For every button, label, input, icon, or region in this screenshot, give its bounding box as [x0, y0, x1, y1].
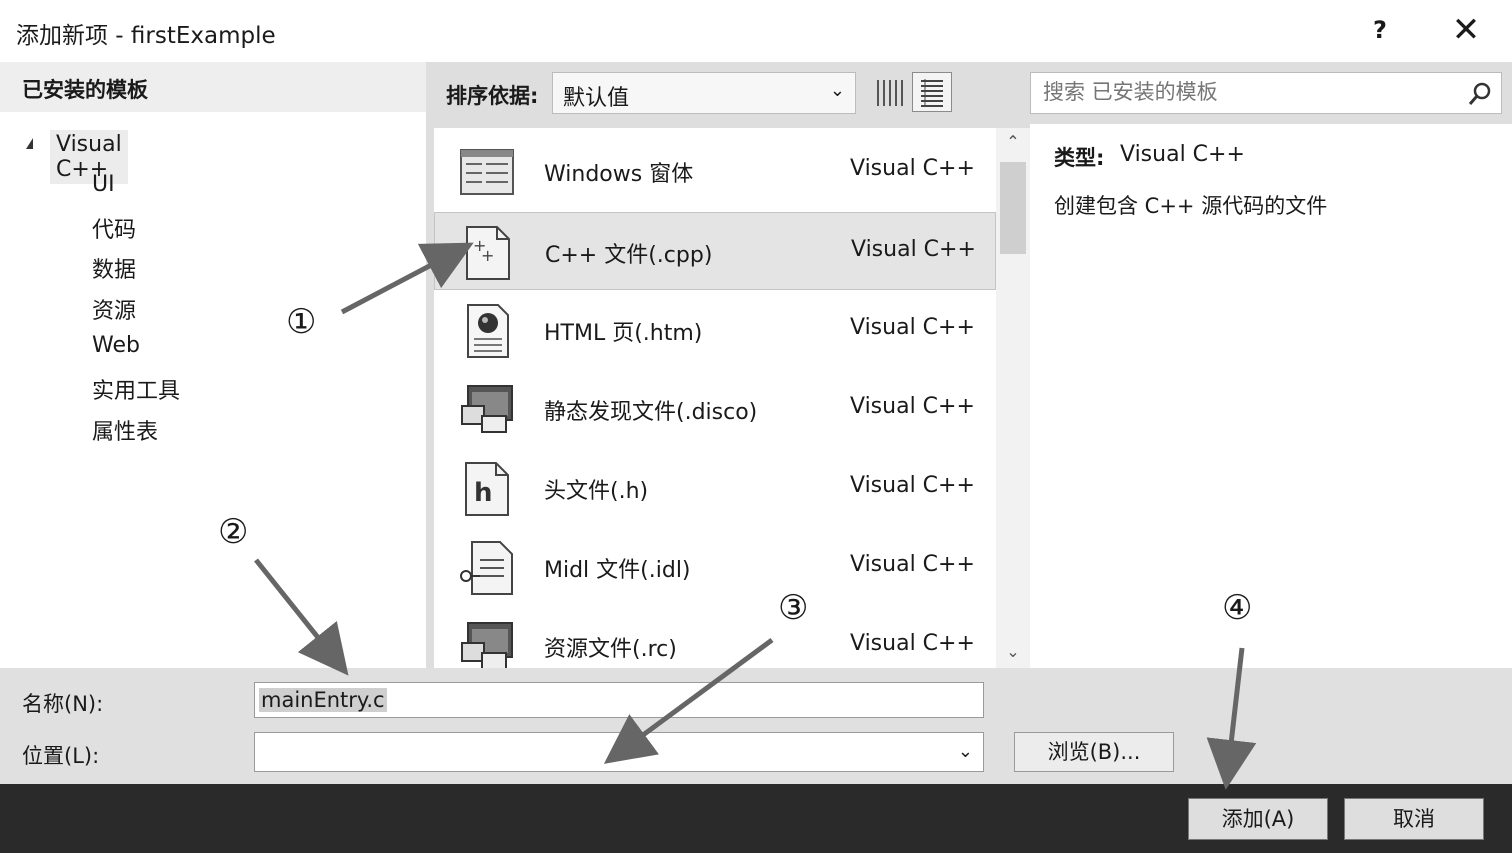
tree-item-label: 属性表	[92, 420, 159, 445]
cancel-button[interactable]: 取消	[1344, 798, 1484, 840]
template-list[interactable]: Windows 窗体 Visual C++ + + C++ 文件(.cpp) V…	[434, 128, 996, 668]
template-item-idl-file[interactable]: Midl 文件(.idl) Visual C++	[434, 528, 996, 606]
expand-triangle-icon[interactable]	[26, 138, 33, 149]
annotation-marker-1: ①	[286, 302, 317, 342]
name-field-value: mainEntry.c	[259, 688, 387, 712]
disco-file-icon	[458, 382, 516, 438]
scroll-thumb[interactable]	[1000, 162, 1026, 254]
template-language: Visual C++	[850, 552, 975, 577]
template-item-html-page[interactable]: HTML 页(.htm) Visual C++	[434, 291, 996, 369]
installed-templates-header: 已安装的模板	[0, 62, 426, 112]
add-button[interactable]: 添加(A)	[1188, 798, 1328, 840]
item-form: 名称(N): mainEntry.c 位置(L): ⌄ 浏览(B)...	[0, 668, 1512, 784]
location-label: 位置(L):	[22, 744, 100, 768]
annotation-marker-3: ③	[778, 588, 809, 628]
search-input[interactable]	[1041, 79, 1445, 105]
scroll-down-icon[interactable]: ⌄	[996, 642, 1030, 668]
template-language: Visual C++	[851, 237, 976, 262]
help-button[interactable]: ?	[1362, 12, 1398, 48]
template-item-windows-form[interactable]: Windows 窗体 Visual C++	[434, 132, 996, 210]
header-file-icon: h	[458, 461, 516, 517]
tree-item-ui[interactable]: UI	[92, 172, 115, 197]
sort-dropdown[interactable]: 默认值 ⌄	[552, 72, 856, 114]
template-item-cpp-file[interactable]: + + C++ 文件(.cpp) Visual C++	[434, 212, 996, 290]
window-title: 添加新项 - firstExample	[16, 23, 276, 49]
tree-item-utility[interactable]: 实用工具	[92, 373, 180, 405]
annotation-marker-2: ②	[218, 512, 249, 552]
tree-item-label: 代码	[92, 218, 137, 243]
installed-templates-title: 已安装的模板	[22, 78, 148, 102]
template-name: 头文件(.h)	[544, 479, 649, 504]
chevron-down-icon[interactable]: ⌄	[958, 741, 973, 762]
template-language: Visual C++	[850, 315, 975, 340]
template-name: HTML 页(.htm)	[544, 321, 703, 346]
template-list-area: Windows 窗体 Visual C++ + + C++ 文件(.cpp) V…	[426, 124, 1030, 668]
template-search[interactable]	[1030, 72, 1502, 114]
template-name: Midl 文件(.idl)	[544, 558, 691, 583]
template-list-scrollbar[interactable]: ⌃ ⌄	[996, 128, 1030, 668]
close-button[interactable]: ✕	[1444, 10, 1488, 50]
sort-label: 排序依据:	[446, 84, 539, 108]
tree-item-web[interactable]: Web	[92, 333, 140, 358]
search-icon[interactable]	[1467, 81, 1493, 107]
type-value: Visual C++	[1120, 142, 1245, 167]
tree-item-label: 数据	[92, 258, 137, 283]
small-icons-view-icon[interactable]	[872, 74, 906, 112]
tree-item-label: Visual C++	[50, 130, 128, 184]
tree-item-label: Web	[92, 333, 140, 358]
sort-value: 默认值	[563, 86, 630, 111]
resource-file-icon	[458, 619, 516, 668]
tree-item-label: 资源	[92, 299, 137, 324]
scroll-up-icon[interactable]: ⌃	[996, 132, 1030, 158]
location-field[interactable]: ⌄	[254, 732, 984, 772]
template-language: Visual C++	[850, 394, 975, 419]
svg-text:h: h	[474, 478, 493, 508]
name-field[interactable]: mainEntry.c	[254, 682, 984, 718]
list-view-icon[interactable]	[912, 72, 952, 112]
tree-item-code[interactable]: 代码	[92, 212, 136, 244]
template-name: 资源文件(.rc)	[544, 637, 677, 662]
template-name: Windows 窗体	[544, 162, 694, 187]
dialog-footer: 添加(A) 取消	[0, 784, 1512, 853]
template-name: 静态发现文件(.disco)	[544, 400, 758, 425]
template-item-resource-file[interactable]: 资源文件(.rc) Visual C++	[434, 607, 996, 668]
svg-text:+: +	[481, 246, 494, 265]
tree-item-label: UI	[92, 172, 115, 197]
template-language: Visual C++	[850, 156, 975, 181]
tree-item-label: 实用工具	[92, 379, 181, 404]
template-details-panel: 类型: Visual C++ 创建包含 C++ 源代码的文件	[1030, 124, 1512, 668]
installed-templates-panel: 已安装的模板 Visual C++ UI 代码 数据 资源 Web 实用工具 属…	[0, 62, 426, 668]
template-item-header-file[interactable]: h 头文件(.h) Visual C++	[434, 449, 996, 527]
tree-item-property-sheet[interactable]: 属性表	[92, 414, 158, 446]
template-description: 创建包含 C++ 源代码的文件	[1054, 194, 1328, 218]
idl-file-icon	[458, 540, 516, 596]
template-name: C++ 文件(.cpp)	[545, 243, 713, 268]
template-language: Visual C++	[850, 631, 975, 656]
template-item-disco-file[interactable]: 静态发现文件(.disco) Visual C++	[434, 370, 996, 448]
cpp-file-icon: + +	[459, 225, 517, 281]
name-label: 名称(N):	[22, 692, 104, 716]
html-page-icon	[458, 303, 516, 359]
template-language: Visual C++	[850, 473, 975, 498]
browse-button[interactable]: 浏览(B)...	[1014, 732, 1174, 772]
tree-item-data[interactable]: 数据	[92, 252, 136, 284]
chevron-down-icon: ⌄	[829, 80, 845, 101]
tree-item-resource[interactable]: 资源	[92, 293, 136, 325]
annotation-marker-4: ④	[1222, 588, 1253, 628]
type-label: 类型:	[1054, 146, 1105, 170]
form-icon	[458, 144, 516, 200]
